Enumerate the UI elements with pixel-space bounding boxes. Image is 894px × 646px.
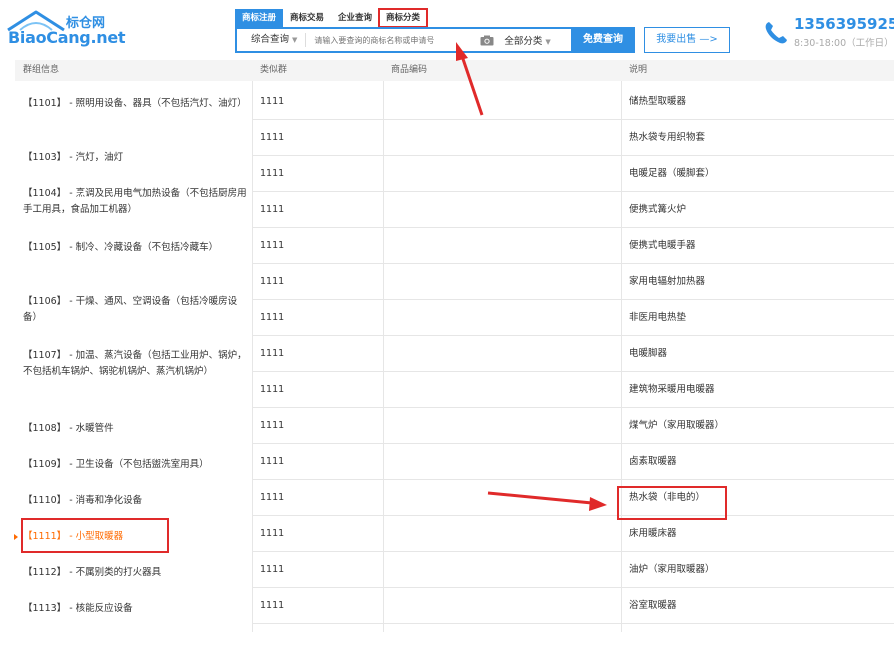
cell-similar: 1111 — [260, 348, 285, 359]
sell-trademark-button[interactable]: 我要出售 —> — [644, 27, 730, 53]
table-row: 1111 非医用电热垫 — [252, 300, 894, 336]
cell-desc: 储热型取暖器 — [629, 96, 687, 107]
group-item-1101[interactable]: 【1101】 - 照明用设备、器具（不包括汽灯、油灯） — [15, 96, 249, 112]
cell-similar: 1111 — [260, 456, 285, 467]
table-row: 1111 热水袋（非电的） — [252, 480, 894, 516]
cell-similar: 1111 — [260, 600, 285, 611]
group-item-1109[interactable]: 【1109】 - 卫生设备（不包括盥洗室用具） — [15, 457, 249, 473]
contact-phone: 13563959252 — [794, 15, 894, 33]
annotation-box-target-item — [617, 486, 727, 520]
search-scope-label: 综合查询 — [251, 34, 290, 45]
phone-icon — [765, 22, 787, 44]
cell-desc: 便携式篝火炉 — [629, 204, 687, 215]
group-item-1110[interactable]: 【1110】 - 消毒和净化设备 — [15, 493, 249, 509]
cell-desc: 卤素取暖器 — [629, 456, 677, 467]
cell-desc: 热水袋专用织物套 — [629, 132, 706, 143]
table-row: 1111 电暖脚器 — [252, 336, 894, 372]
cell-desc: 电暖足器（暖脚套） — [629, 168, 715, 179]
cell-desc: 家用电辐射加热器 — [629, 276, 706, 287]
cell-desc: 油炉（家用取暖器） — [629, 564, 715, 575]
cell-similar: 1111 — [260, 132, 285, 143]
search-bar: 综合查询▼ 全部分类▼ 免费查询 — [235, 27, 635, 53]
group-item-1105[interactable]: 【1105】 - 制冷、冷藏设备（不包括冷藏车） — [15, 240, 249, 256]
table-row: 1111 油炉（家用取暖器） — [252, 552, 894, 588]
cell-similar: 1111 — [260, 96, 285, 107]
cell-desc: 建筑物采暖用电暖器 — [629, 384, 715, 395]
group-item-1113[interactable]: 【1113】 - 核能反应设备 — [15, 601, 249, 617]
table-row: 1111 热水袋专用织物套 — [252, 120, 894, 156]
group-item-1104[interactable]: 【1104】 - 烹调及民用电气加热设备（不包括厨房用手工用具，食品加工机器） — [15, 186, 249, 218]
header-group: 群组信息 — [23, 65, 60, 75]
table-row: 1111 电暖足器（暖脚套） — [252, 156, 894, 192]
table-row: 1111 便携式篝火炉 — [252, 192, 894, 228]
tab-trademark-classification[interactable]: 商标分类 — [378, 8, 429, 28]
tab-trademark-register[interactable]: 商标注册 — [235, 9, 284, 27]
category-select[interactable]: 全部分类 ▼ — [496, 33, 556, 47]
table-row: 1111 床用暖床器 — [252, 516, 894, 552]
table-row: 1111 便携式电暖手器 — [252, 228, 894, 264]
site-header: 标仓网 BiaoCang.net 商标注册 商标交易 企业查询 商标分类 综合查… — [0, 0, 894, 60]
chevron-down-icon: ▼ — [545, 38, 551, 46]
cell-similar: 1111 — [260, 420, 285, 431]
camera-icon[interactable] — [478, 33, 496, 47]
active-marker-icon — [14, 534, 18, 540]
group-item-1112[interactable]: 【1112】 - 不属别类的打火器具 — [15, 565, 249, 581]
table-row: 1111 浴室取暖器 — [252, 588, 894, 624]
group-item-1106[interactable]: 【1106】 - 干燥、通风、空调设备（包括冷暖房设备） — [15, 294, 249, 326]
logo-en-text: BiaoCang.net — [8, 28, 126, 47]
header-desc: 说明 — [629, 65, 648, 75]
table-row: 1111 煤气炉（家用取暖器） — [252, 408, 894, 444]
table-row: 1111 建筑物采暖用电暖器 — [252, 372, 894, 408]
group-item-1108[interactable]: 【1108】 - 水暖管件 — [15, 421, 249, 437]
header-code: 商品编码 — [391, 65, 428, 75]
group-item-1103[interactable]: 【1103】 - 汽灯，油灯 — [15, 150, 249, 166]
chevron-down-icon: ▼ — [292, 36, 298, 44]
cell-similar: 1111 — [260, 528, 285, 539]
cell-similar: 1111 — [260, 384, 285, 395]
contact-hours: 8:30-18:00（工作日） — [794, 38, 894, 49]
cell-similar: 1111 — [260, 168, 285, 179]
table-row: 1111 卤素取暖器 — [252, 444, 894, 480]
table-header: 群组信息 类似群 商品编码 说明 — [15, 60, 894, 81]
nav-tabs: 商标注册 商标交易 企业查询 商标分类 — [235, 8, 429, 28]
cell-similar: 1111 — [260, 276, 285, 287]
cell-desc: 便携式电暖手器 — [629, 240, 696, 251]
cell-desc: 非医用电热垫 — [629, 312, 687, 323]
cell-similar: 1111 — [260, 312, 285, 323]
group-item-1107[interactable]: 【1107】 - 加温、蒸汽设备（包括工业用炉、锅炉，不包括机车锅炉、锅驼机锅炉… — [15, 348, 249, 380]
cell-desc: 煤气炉（家用取暖器） — [629, 420, 725, 431]
header-similar: 类似群 — [260, 65, 288, 75]
cell-similar: 1111 — [260, 564, 285, 575]
cell-desc: 浴室取暖器 — [629, 600, 677, 611]
tab-company-search[interactable]: 企业查询 — [331, 9, 379, 27]
cell-similar: 1111 — [260, 492, 285, 503]
cell-desc: 床用暖床器 — [629, 528, 677, 539]
cell-similar: 1111 — [260, 240, 285, 251]
tab-trademark-trade[interactable]: 商标交易 — [283, 9, 331, 27]
search-scope-select[interactable]: 综合查询 ▼ — [237, 33, 307, 47]
cell-similar: 1111 — [260, 204, 285, 215]
category-label: 全部分类 — [504, 36, 543, 47]
table-row: 1111 家用电辐射加热器 — [252, 264, 894, 300]
table-row: 1111 储热型取暖器 — [252, 84, 894, 120]
free-search-button[interactable]: 免费查询 — [571, 27, 635, 53]
cell-desc: 电暖脚器 — [629, 348, 668, 359]
classification-table: 群组信息 类似群 商品编码 说明 【1101】 - 照明用设备、器具（不包括汽灯… — [14, 60, 894, 632]
search-input[interactable] — [306, 34, 475, 46]
annotation-box-active-group — [21, 518, 169, 553]
site-logo[interactable]: 标仓网 BiaoCang.net — [6, 10, 126, 50]
